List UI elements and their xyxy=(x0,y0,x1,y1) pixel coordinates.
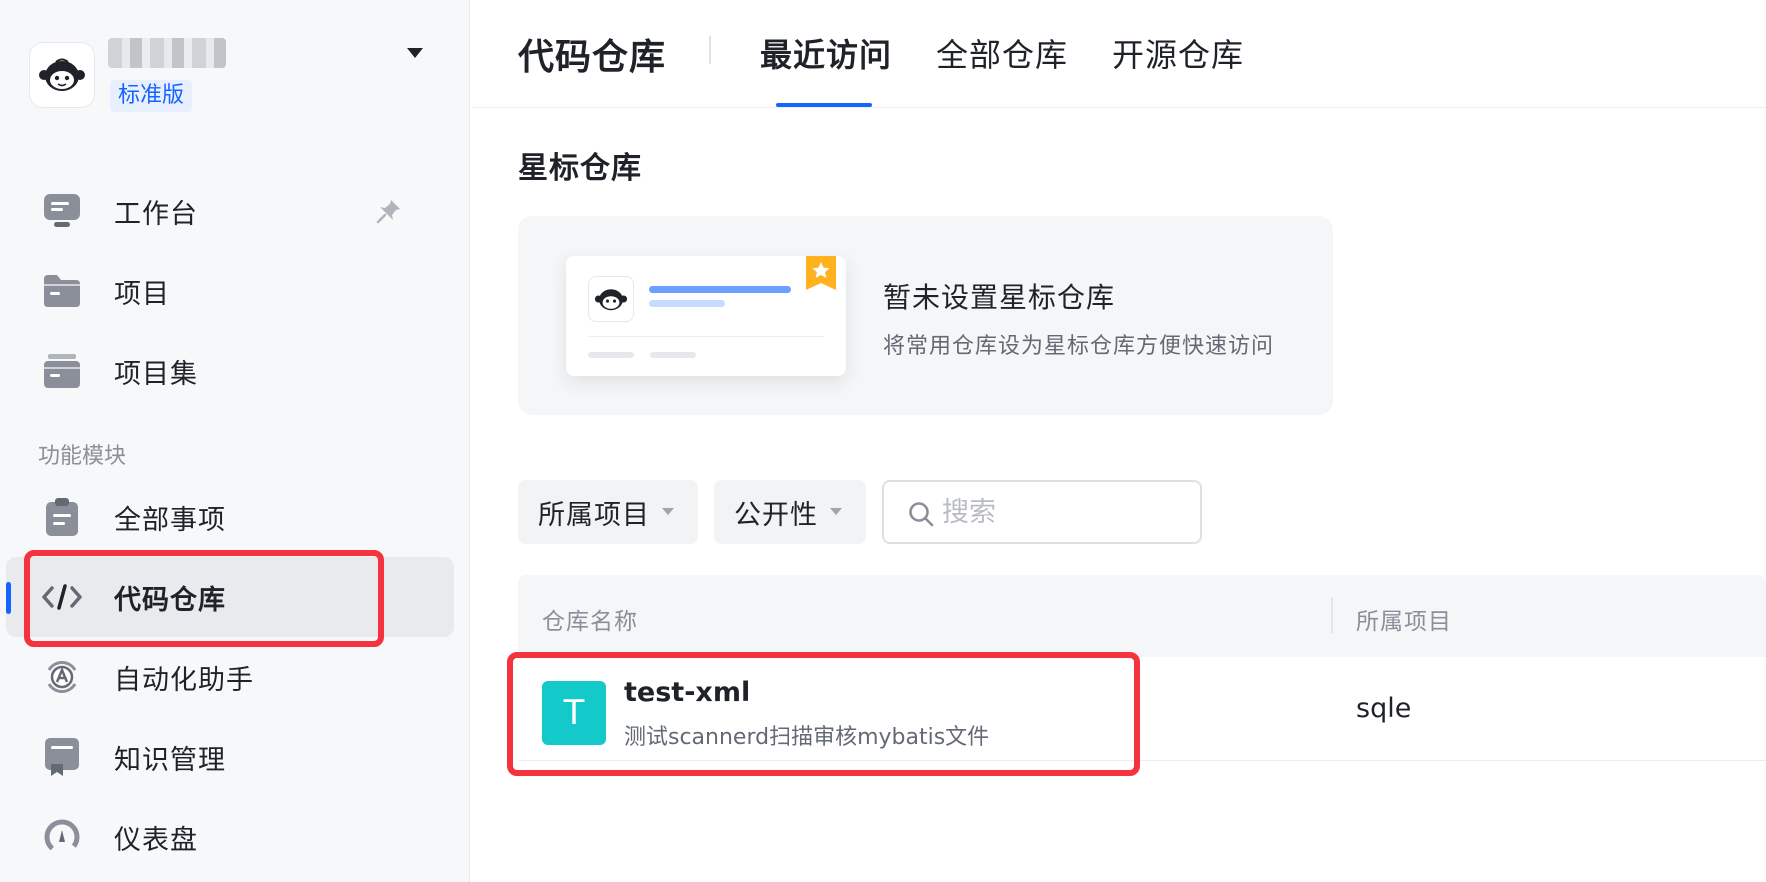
page-title: 代码仓库 xyxy=(518,37,667,78)
project-filter-dropdown[interactable]: 所属项目 xyxy=(518,480,698,544)
sidebar-item-label: 项目集 xyxy=(114,358,198,390)
sidebar-item-projects[interactable]: 项目 xyxy=(6,251,454,331)
sidebar-item-dashboard[interactable]: 仪表盘 xyxy=(6,797,454,877)
sidebar-item-label: 知识管理 xyxy=(114,744,226,776)
book-icon xyxy=(42,737,82,777)
gauge-icon xyxy=(42,817,82,857)
tab-open-source[interactable]: 开源仓库 xyxy=(1112,30,1244,76)
filter-label: 所属项目 xyxy=(538,499,650,531)
main-content: 代码仓库 最近访问 全部仓库 开源仓库 星标仓库 暂未设置星标仓库 将常用仓库设… xyxy=(471,0,1766,882)
sidebar-item-project-sets[interactable]: 项目集 xyxy=(6,331,454,411)
column-divider xyxy=(1331,597,1333,633)
sidebar-item-knowledge[interactable]: 知识管理 xyxy=(6,717,454,797)
workspace-plan-badge: 标准版 xyxy=(110,80,193,112)
visibility-filter-dropdown[interactable]: 公开性 xyxy=(714,480,866,544)
desk-icon xyxy=(42,191,82,231)
caret-down-icon[interactable] xyxy=(406,46,424,60)
starred-heading: 星标仓库 xyxy=(518,151,642,186)
chevron-down-icon xyxy=(830,508,842,515)
sidebar-item-label: 全部事项 xyxy=(114,504,226,536)
starred-empty-state: 暂未设置星标仓库 将常用仓库设为星标仓库方便快速访问 xyxy=(518,216,1333,415)
title-divider xyxy=(709,36,711,64)
pin-icon[interactable] xyxy=(376,198,402,224)
column-header-project: 所属项目 xyxy=(1356,609,1452,635)
empty-title: 暂未设置星标仓库 xyxy=(883,281,1116,314)
filter-label: 公开性 xyxy=(734,499,818,531)
column-header-repo-name: 仓库名称 xyxy=(542,609,638,635)
illustration-divider xyxy=(588,336,824,337)
workspace-name-redacted xyxy=(108,38,226,68)
workspace-logo[interactable] xyxy=(29,42,95,108)
monkey-logo-icon xyxy=(588,276,634,322)
section-title-modules: 功能模块 xyxy=(38,444,127,469)
sidebar: 标准版 工作台 项目 项目集 功能模块 全部事项 代码仓库 自动化助手 知识管理… xyxy=(0,0,470,882)
empty-description: 将常用仓库设为星标仓库方便快速访问 xyxy=(883,334,1275,359)
illustration-bar xyxy=(650,352,696,358)
chevron-down-icon xyxy=(662,508,674,515)
tab-active-underline xyxy=(776,103,872,107)
automation-icon xyxy=(42,657,82,697)
star-bookmark-icon xyxy=(806,256,836,290)
illustration-bar xyxy=(649,300,725,307)
folder-icon xyxy=(42,271,82,311)
monkey-logo-icon xyxy=(39,58,85,91)
highlight-box-sidebar xyxy=(24,550,384,647)
sidebar-item-automation[interactable]: 自动化助手 xyxy=(6,637,454,717)
illustration-bar xyxy=(588,352,634,358)
empty-illustration xyxy=(566,256,846,376)
active-indicator xyxy=(6,582,11,614)
search-box[interactable] xyxy=(882,480,1202,544)
sidebar-item-label: 工作台 xyxy=(114,198,198,230)
tab-recent[interactable]: 最近访问 xyxy=(760,30,892,76)
sidebar-item-label: 项目 xyxy=(114,278,170,310)
search-input[interactable] xyxy=(942,492,1182,532)
sidebar-item-all-issues[interactable]: 全部事项 xyxy=(6,477,454,557)
highlight-box-repo xyxy=(507,652,1140,776)
repo-project: sqle xyxy=(1356,693,1412,724)
folders-icon xyxy=(42,351,82,391)
top-bar: 代码仓库 最近访问 全部仓库 开源仓库 xyxy=(471,0,1766,108)
clipboard-icon xyxy=(42,497,82,537)
sidebar-item-label: 自动化助手 xyxy=(114,664,254,696)
illustration-bar xyxy=(649,286,791,293)
table-header: 仓库名称 所属项目 xyxy=(518,575,1766,657)
sidebar-item-label: 仪表盘 xyxy=(114,824,198,856)
search-icon xyxy=(909,502,934,527)
tab-all-repos[interactable]: 全部仓库 xyxy=(936,30,1068,76)
